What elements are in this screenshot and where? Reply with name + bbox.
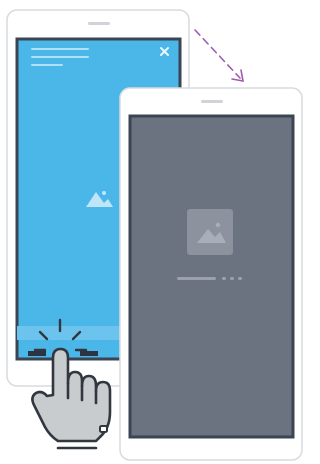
bottom-nav-dash — [28, 351, 46, 356]
transition-arrow — [194, 29, 244, 82]
bottom-nav-dash — [80, 351, 98, 356]
blue-screen-text-line — [31, 64, 63, 66]
front-phone — [119, 87, 303, 461]
loading-indicator — [177, 277, 242, 280]
back-phone-speaker — [88, 22, 110, 25]
transition-illustration — [0, 0, 303, 464]
illustration-canvas — [6, 9, 303, 461]
blue-screen-text-line — [31, 48, 89, 50]
image-placeholder-icon — [187, 209, 233, 255]
blue-screen-text-line — [31, 56, 89, 58]
front-phone-speaker — [201, 100, 223, 103]
front-phone-screen — [128, 114, 295, 439]
